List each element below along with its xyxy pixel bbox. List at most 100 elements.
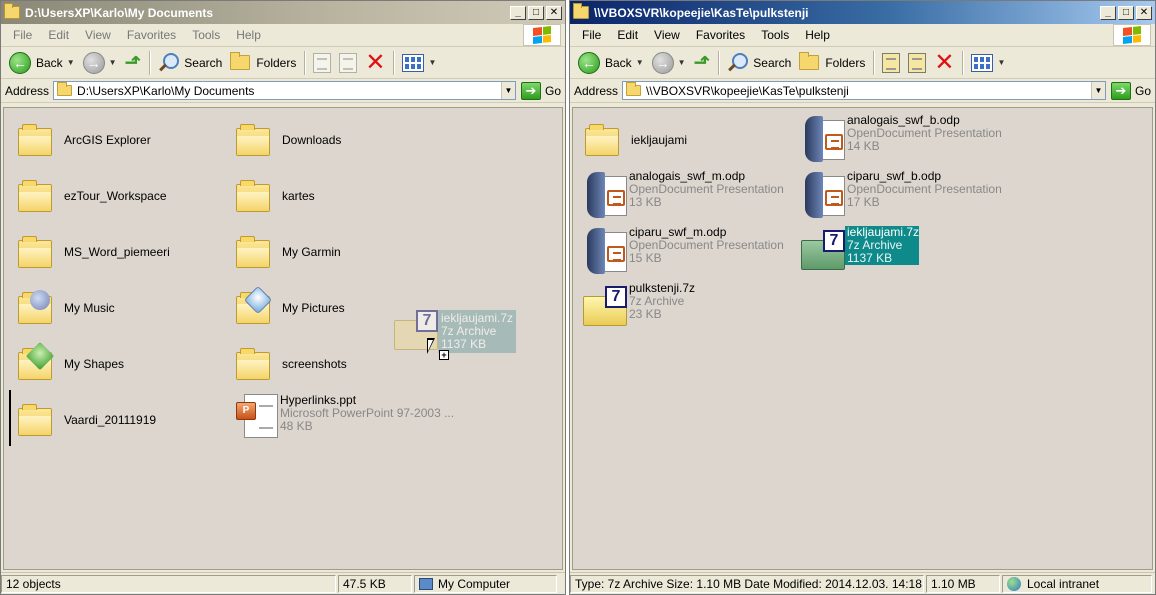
- menu-help[interactable]: Help: [228, 28, 269, 42]
- list-item-my-pictures[interactable]: My Pictures: [234, 285, 345, 336]
- folders-button[interactable]: Folders: [795, 49, 869, 77]
- list-item-pulkstenji-7z[interactable]: 7 pulkstenji.7z 7z Archive 23 KB: [579, 282, 695, 332]
- address-bar: Address D:\UsersXP\Karlo\My Documents ▼ …: [1, 79, 565, 103]
- menu-file[interactable]: File: [5, 28, 40, 42]
- local-intranet-icon: [1007, 576, 1021, 591]
- up-folder-button[interactable]: ⬏: [690, 49, 715, 77]
- 7zip-archive-icon: 7: [583, 286, 627, 326]
- chevron-down-icon[interactable]: ▼: [678, 58, 686, 67]
- address-dropdown-button[interactable]: ▼: [500, 82, 515, 99]
- item-size: 48 KB: [280, 419, 313, 433]
- forward-arrow-icon: →: [651, 51, 674, 74]
- item-name: ezTour_Workspace: [64, 189, 167, 203]
- back-button[interactable]: ← Back ▼: [5, 49, 79, 77]
- minimize-button[interactable]: _: [1100, 5, 1116, 20]
- views-button[interactable]: ▼: [398, 49, 440, 77]
- folders-label: Folders: [256, 55, 297, 70]
- go-button[interactable]: ➔ Go: [520, 81, 561, 100]
- maximize-button[interactable]: □: [528, 5, 544, 20]
- text-cursor-icon: [9, 390, 12, 446]
- views-button[interactable]: ▼: [967, 49, 1009, 77]
- title-bar[interactable]: D:\UsersXP\Karlo\My Documents _ □ ✕: [1, 1, 565, 24]
- list-item-iekljaujami-folder[interactable]: iekljaujami: [583, 118, 687, 168]
- title-bar[interactable]: \\VBOXSVR\kopeejie\KasTe\pulkstenji _ □ …: [570, 1, 1155, 24]
- list-item-ciparu-swf-b[interactable]: ciparu_swf_b.odp OpenDocument Presentati…: [799, 170, 1002, 220]
- windows-logo-icon: [1113, 24, 1151, 46]
- address-value: \\VBOXSVR\kopeejie\KasTe\pulkstenji: [646, 83, 849, 98]
- item-name: Downloads: [282, 133, 342, 147]
- toolbar: ← Back ▼ → ▼ ⬏ Search Folders ✕ ▼: [570, 47, 1155, 79]
- menu-help[interactable]: Help: [797, 28, 838, 42]
- up-arrow-icon: ⬏: [124, 52, 142, 74]
- delete-button[interactable]: ✕: [361, 49, 389, 77]
- folder-icon: [4, 3, 20, 19]
- maximize-button[interactable]: □: [1118, 5, 1134, 20]
- close-button[interactable]: ✕: [1136, 5, 1152, 20]
- list-item-arcgis-explorer[interactable]: ArcGIS Explorer: [16, 118, 151, 168]
- file-list-pane[interactable]: iekljaujami analogais_swf_b.odp OpenDocu…: [572, 107, 1153, 570]
- go-button[interactable]: ➔ Go: [1110, 81, 1151, 100]
- list-item-screenshots[interactable]: screenshots: [234, 342, 347, 392]
- copy-to-button[interactable]: [335, 49, 361, 77]
- menu-file[interactable]: File: [574, 28, 609, 42]
- list-item-downloads[interactable]: Downloads: [234, 118, 341, 168]
- list-item-analogais-swf-m[interactable]: analogais_swf_m.odp OpenDocument Present…: [581, 170, 784, 220]
- chevron-down-icon[interactable]: ▼: [109, 58, 117, 67]
- forward-button[interactable]: → ▼: [79, 49, 121, 77]
- 7zip-icon: 7: [416, 310, 438, 332]
- list-item-iekljaujami-7z[interactable]: 7 iekljaujami.7z 7z Archive 1137 KB: [797, 226, 920, 276]
- menu-edit[interactable]: Edit: [40, 28, 77, 42]
- menu-favorites[interactable]: Favorites: [119, 28, 184, 42]
- up-folder-button[interactable]: ⬏: [121, 49, 146, 77]
- search-button[interactable]: Search: [723, 49, 795, 77]
- delete-button[interactable]: ✕: [930, 49, 958, 77]
- status-zone-label: Local intranet: [1027, 576, 1100, 591]
- status-size: 1.10 MB: [926, 574, 1000, 593]
- minimize-button[interactable]: _: [510, 5, 526, 20]
- menu-view[interactable]: View: [77, 28, 119, 42]
- search-button[interactable]: Search: [154, 49, 226, 77]
- explorer-window-pulkstenji[interactable]: \\VBOXSVR\kopeejie\KasTe\pulkstenji _ □ …: [569, 0, 1156, 595]
- chevron-down-icon[interactable]: ▼: [428, 58, 436, 67]
- copy-to-icon: [908, 52, 927, 73]
- folders-button[interactable]: Folders: [226, 49, 300, 77]
- address-input[interactable]: \\VBOXSVR\kopeejie\KasTe\pulkstenji ▼: [622, 81, 1106, 100]
- back-arrow-icon: ←: [578, 51, 600, 74]
- list-item-kartes[interactable]: kartes: [234, 174, 315, 224]
- chevron-down-icon[interactable]: ▼: [997, 58, 1005, 67]
- list-item-ms-word-piemeeri[interactable]: MS_Word_piemeeri: [16, 230, 170, 280]
- forward-button[interactable]: → ▼: [648, 49, 690, 77]
- address-input[interactable]: D:\UsersXP\Karlo\My Documents ▼: [53, 81, 516, 100]
- list-item-my-garmin[interactable]: My Garmin: [234, 230, 341, 280]
- odp-presentation-icon: [587, 228, 627, 274]
- list-item-vaardi[interactable]: Vaardi_20111919: [16, 398, 156, 448]
- menu-tools[interactable]: Tools: [753, 28, 797, 42]
- chevron-down-icon[interactable]: ▼: [636, 58, 644, 67]
- search-label: Search: [753, 55, 792, 70]
- toolbar-separator: [393, 50, 395, 75]
- my-computer-icon: [419, 577, 433, 590]
- list-item-my-music[interactable]: My Music: [16, 286, 115, 336]
- address-dropdown-button[interactable]: ▼: [1090, 82, 1105, 99]
- copy-to-button[interactable]: [904, 49, 930, 77]
- list-item-eztour-workspace[interactable]: ezTour_Workspace: [16, 174, 167, 224]
- folder-icon: [18, 124, 52, 156]
- item-name: My Shapes: [64, 357, 125, 371]
- list-item-analogais-swf-b[interactable]: analogais_swf_b.odp OpenDocument Present…: [799, 114, 1002, 164]
- list-item-my-shapes[interactable]: My Shapes: [16, 341, 125, 392]
- chevron-down-icon[interactable]: ▼: [67, 58, 75, 67]
- menu-edit[interactable]: Edit: [609, 28, 646, 42]
- list-item-ciparu-swf-m[interactable]: ciparu_swf_m.odp OpenDocument Presentati…: [581, 226, 784, 276]
- explorer-window-my-documents[interactable]: D:\UsersXP\Karlo\My Documents _ □ ✕ File…: [0, 0, 566, 595]
- menu-view[interactable]: View: [646, 28, 688, 42]
- move-to-button[interactable]: [309, 49, 335, 77]
- move-to-button[interactable]: [878, 49, 904, 77]
- drag-ghost: 7 iekljaujami.7z 7z Archive 1137 KB: [394, 310, 517, 353]
- back-button[interactable]: ← Back ▼: [574, 49, 648, 77]
- menu-favorites[interactable]: Favorites: [688, 28, 753, 42]
- item-name: screenshots: [282, 357, 347, 371]
- menu-tools[interactable]: Tools: [184, 28, 228, 42]
- list-item-hyperlinks-ppt[interactable]: P Hyperlinks.ppt Microsoft PowerPoint 97…: [232, 394, 454, 444]
- close-button[interactable]: ✕: [546, 5, 562, 20]
- file-list-pane[interactable]: ArcGIS Explorer Downloads ezTour_Workspa…: [3, 107, 563, 570]
